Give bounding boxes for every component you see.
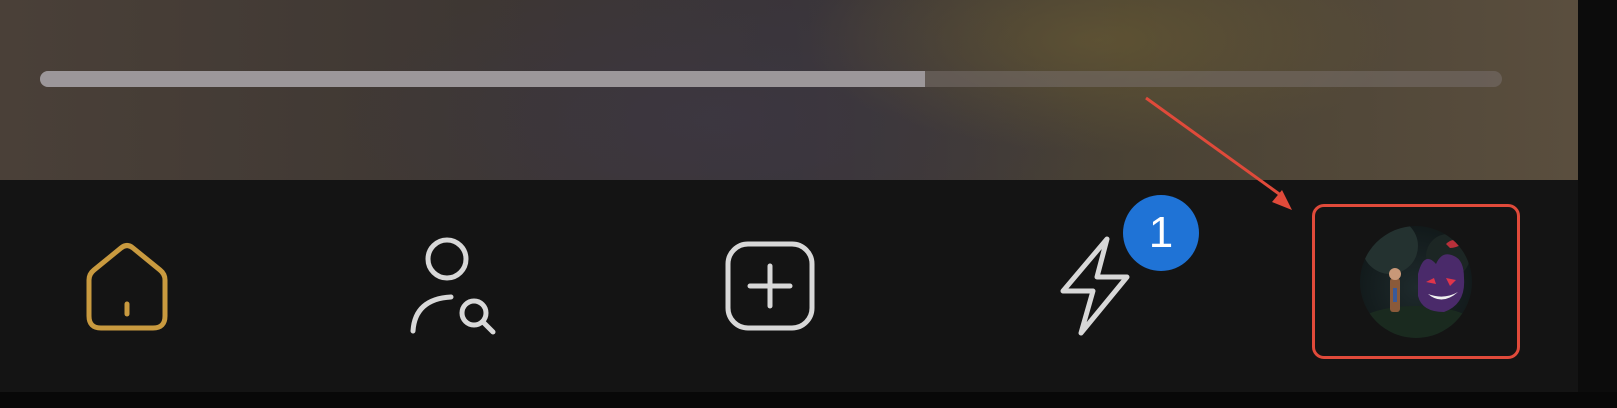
bottom-safe-area (0, 392, 1617, 408)
video-player[interactable] (0, 0, 1578, 180)
person-search-icon (410, 237, 496, 335)
tab-home[interactable] (57, 180, 197, 392)
annotation-highlight-box (1312, 204, 1520, 359)
playback-progress-fill (40, 71, 925, 87)
tab-create[interactable] (700, 180, 840, 392)
plus-square-icon (725, 241, 815, 331)
tab-friends[interactable] (382, 180, 522, 392)
notification-badge: 1 (1123, 195, 1199, 271)
app-screen: 1 (0, 0, 1617, 408)
home-icon (86, 243, 168, 331)
scroll-gutter (1578, 0, 1617, 408)
playback-progress-bar[interactable] (40, 71, 1502, 87)
